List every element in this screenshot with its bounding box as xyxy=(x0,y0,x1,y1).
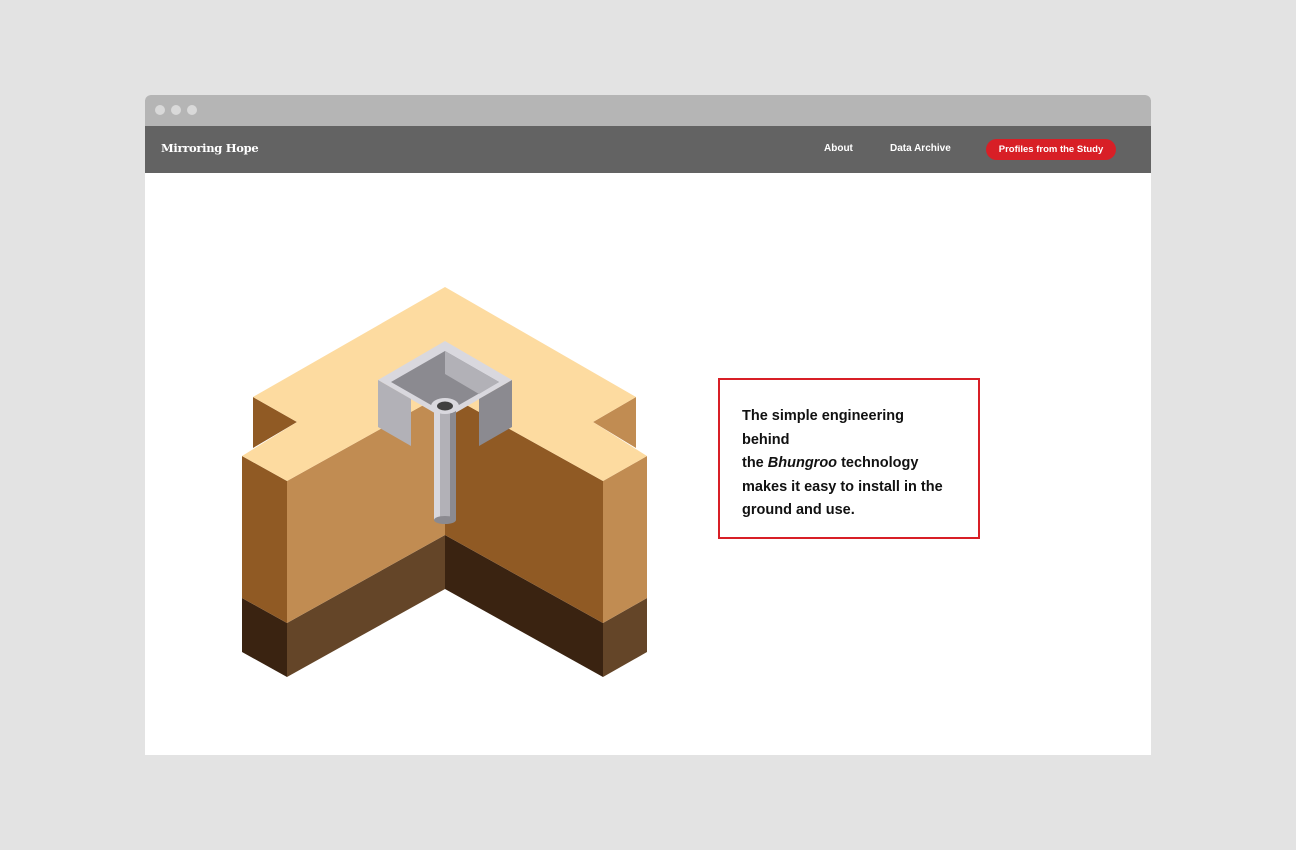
window-minimize-dot[interactable] xyxy=(171,105,181,115)
pipe-highlight xyxy=(434,405,440,520)
pipe-opening xyxy=(437,401,453,411)
caption-line-suffix: technology xyxy=(837,455,919,471)
soil-right-face xyxy=(603,456,647,623)
site-navbar: Mirroring Hope About Data Archive Profil… xyxy=(145,126,1151,173)
pipe-shadow xyxy=(450,405,456,520)
soil-left-face xyxy=(242,456,287,623)
nav-link-data-archive[interactable]: Data Archive xyxy=(890,143,951,154)
caption-box: The simple engineering behind the Bhungr… xyxy=(718,378,980,539)
caption-line-prefix: the xyxy=(742,455,768,471)
caption-text: The simple engineering behind the Bhungr… xyxy=(742,405,948,523)
nav-link-about[interactable]: About xyxy=(824,143,853,154)
caption-line: behind xyxy=(742,431,790,448)
window-maximize-dot[interactable] xyxy=(187,105,197,115)
window-close-dot[interactable] xyxy=(155,105,165,115)
bhungroo-cutaway-illustration xyxy=(242,287,647,677)
caption-line: makes it easy to install in the xyxy=(742,478,943,495)
caption-line: the Bhungroo technology xyxy=(742,452,948,476)
caption-line: The simple engineering xyxy=(742,408,904,424)
caption-emphasis-bhungroo: Bhungroo xyxy=(767,455,838,471)
site-title-link[interactable]: Mirroring Hope xyxy=(161,141,259,155)
pipe-bottom xyxy=(434,516,456,524)
window-title-bar xyxy=(145,95,1151,126)
nav-button-profiles[interactable]: Profiles from the Study xyxy=(986,139,1116,160)
caption-line: ground and use. xyxy=(742,502,855,518)
browser-window: Mirroring Hope About Data Archive Profil… xyxy=(145,95,1151,755)
